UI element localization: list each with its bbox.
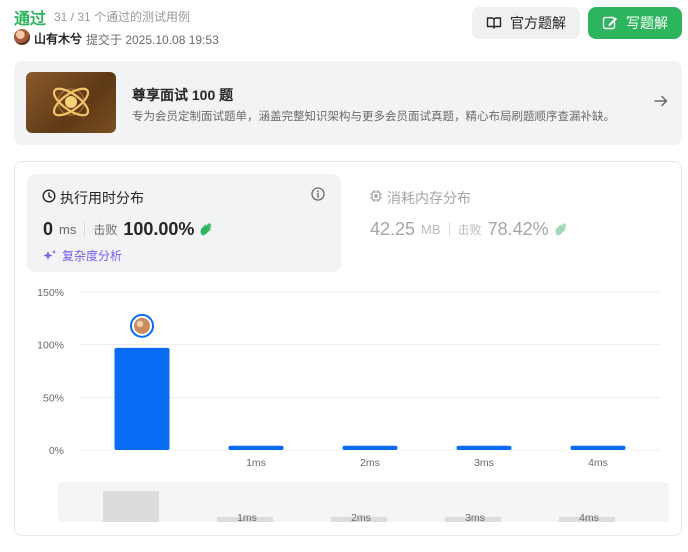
overview-bar	[103, 490, 159, 522]
overview-tick-label: 1ms	[237, 512, 257, 524]
overview-tick-label: 2ms	[351, 512, 371, 524]
chart-overview[interactable]: 1ms 2ms 3ms 4ms	[0, 0, 688, 552]
overview-tick-label: 4ms	[579, 512, 599, 524]
overview-tick-label: 3ms	[465, 512, 485, 524]
